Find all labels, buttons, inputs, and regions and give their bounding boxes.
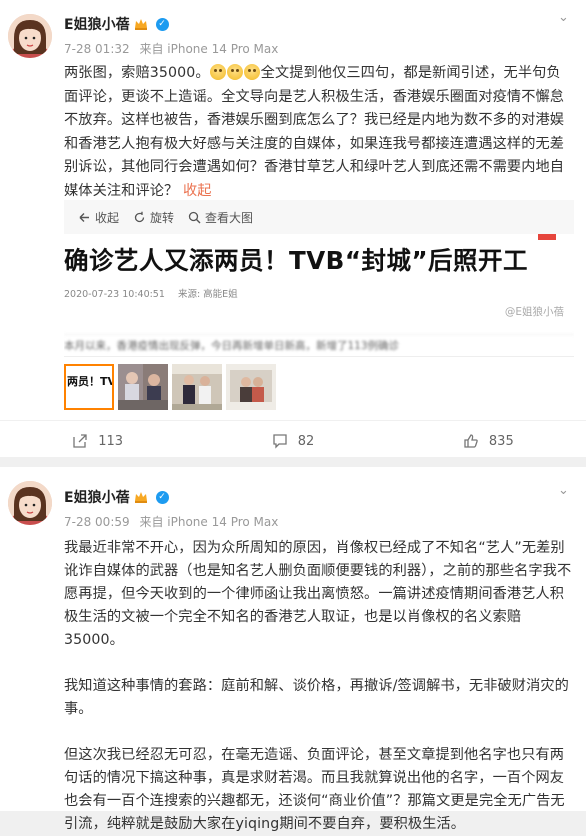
like-button[interactable]: 835 [391,421,586,461]
post-meta: 7-28 00:59 来自 iPhone 14 Pro Max [64,513,284,530]
comment-button[interactable]: 82 [195,421,390,461]
chevron-down-icon[interactable]: ⌄ [558,11,570,24]
avatar[interactable] [8,14,52,58]
rotate-icon [134,211,145,222]
like-count: 835 [488,433,514,449]
photo-thumb-image [172,364,222,410]
post-text: 我最近非常不开心，因为众所周知的原因，肖像权已经成了不知名“艺人”无差别讹诈自媒… [64,537,574,836]
emoji-icon [226,64,243,80]
username[interactable]: E姐狼小蓓 ✓ [64,487,169,507]
paragraph: 我知道这种事情的套路：庭前和解、谈价格，再撤诉/签调解书，无非破财消灾的事。 [64,678,569,717]
watermark: @E姐狼小蓓 [504,306,564,318]
username[interactable]: E姐狼小蓓 ✓ [64,14,169,34]
post-time[interactable]: 7-28 01:32 [64,42,130,56]
post-actions: 113 82 835 [0,420,586,461]
news-source: 2020-07-23 10:40:51 来源: 高能E姐 [64,289,238,300]
news-blurred-text: 本月以来，香港疫情出现反弹，今日再新增单日新高，新增了113例确诊 [64,334,574,356]
post-time[interactable]: 7-28 00:59 [64,515,130,529]
post-card-2: E姐狼小蓓 ✓ 7-28 00:59 来自 iPhone 14 Pro Max … [0,467,586,832]
comment-count: 82 [297,433,315,449]
news-title: 确诊艺人又添两员！TVB“封城”后照开工 [64,246,529,275]
thumbnail-strip: 两员！TV [64,364,276,410]
collapse-link[interactable]: 收起 [183,183,212,199]
emoji-icon [209,64,226,80]
comment-icon [273,434,287,449]
photo-thumb-image [118,364,168,410]
collapse-icon [79,212,89,222]
crown-icon [134,19,147,30]
paragraph: 我最近非常不开心，因为众所周知的原因，肖像权已经成了不知名“艺人”无差别讹诈自媒… [64,540,572,648]
repost-count: 113 [98,433,124,449]
media-collapse-button[interactable]: 收起 [78,209,119,226]
chevron-down-icon[interactable]: ⌄ [558,484,570,497]
paragraph: 但这次我已经忍无可忍，在毫无造谣、负面评论，甚至文章提到他名字也只有两句话的情况… [64,747,565,832]
view-large-button[interactable]: 查看大图 [188,209,253,226]
news-screenshot-image[interactable]: 确诊艺人又添两员！TVB“封城”后照开工 2020-07-23 10:40:51… [64,234,574,357]
repost-button[interactable]: 113 [0,421,195,461]
rotate-button[interactable]: 旋转 [133,209,174,226]
avatar[interactable] [8,481,52,525]
verified-icon: ✓ [155,17,169,31]
thumbnail-3[interactable] [172,364,222,410]
crown-icon [134,492,147,503]
thumbs-up-icon [464,434,478,448]
post-card-1: E姐狼小蓓 ✓ 7-28 01:32 来自 iPhone 14 Pro Max … [0,0,586,457]
emoji-icon [243,64,260,80]
photo-thumb-image [226,364,276,410]
verified-icon: ✓ [155,490,169,504]
thumbnail-2[interactable] [118,364,168,410]
post-meta: 7-28 01:32 来自 iPhone 14 Pro Max [64,40,284,57]
post-source: 来自 iPhone 14 Pro Max [139,42,279,56]
thumbnail-4[interactable] [226,364,276,410]
magnifier-icon [188,211,201,223]
red-accent-bar [538,234,556,240]
thumbnail-1[interactable]: 两员！TV [64,364,114,410]
post-source: 来自 iPhone 14 Pro Max [139,515,279,529]
post-text: 两张图，索赔35000。 全文提到他仅三四句，都是新闻引述，无半句负面评论，更谈不… [64,64,565,199]
share-icon [73,434,87,448]
media-toolbar: 收起 旋转 查看大图 [64,200,574,234]
